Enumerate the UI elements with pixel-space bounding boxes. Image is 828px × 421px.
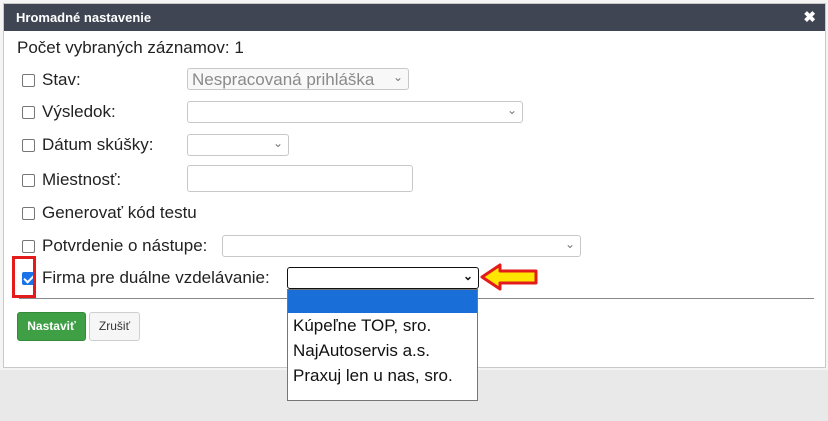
chevron-down-icon: ⌄ (564, 237, 575, 251)
room-checkbox[interactable] (22, 174, 35, 187)
dropdown-option[interactable]: Praxuj len u nas, sro. (288, 363, 477, 388)
highlight-box (12, 256, 36, 298)
result-select[interactable]: ⌄ (187, 101, 523, 123)
status-label: Stav: (42, 70, 81, 89)
chevron-down-icon: ⌄ (506, 103, 517, 117)
dual-education-firm-select[interactable]: ⌄ (287, 267, 479, 289)
dropdown-option[interactable]: NajAutoservis a.s. (288, 338, 477, 363)
start-confirmation-checkbox[interactable] (22, 240, 35, 253)
chevron-down-icon: ⌄ (392, 70, 403, 84)
submit-button[interactable]: Nastaviť (17, 312, 86, 341)
dual-education-firm-label: Firma pre duálne vzdelávanie: (42, 268, 270, 287)
room-label: Miestnosť: (42, 170, 122, 189)
chevron-down-icon: ⌄ (462, 269, 473, 283)
exam-date-checkbox[interactable] (22, 139, 35, 152)
start-confirmation-select[interactable]: ⌄ (222, 235, 581, 257)
start-confirmation-label: Potvrdenie o nástupe: (42, 236, 208, 255)
status-select-value: Nespracovaná prihláška (192, 70, 375, 89)
room-input[interactable] (187, 165, 413, 192)
result-checkbox[interactable] (22, 106, 35, 119)
dropdown-option[interactable] (288, 290, 477, 313)
dialog-titlebar: Hromadné nastavenie ✖ (4, 4, 825, 31)
result-label: Výsledok: (42, 102, 116, 121)
selected-count-text: Počet vybraných záznamov: 1 (17, 38, 244, 57)
chevron-down-icon: ⌄ (272, 136, 283, 150)
dialog-title: Hromadné nastavenie (16, 10, 152, 25)
cancel-button[interactable]: Zrušiť (89, 312, 140, 341)
generate-test-code-checkbox[interactable] (22, 207, 35, 220)
dropdown-option[interactable]: Kúpeľne TOP, sro. (288, 313, 477, 338)
exam-date-select[interactable]: ⌄ (187, 134, 289, 156)
status-select[interactable]: Nespracovaná prihláška ⌄ (187, 68, 409, 90)
arrow-left-icon (480, 263, 538, 291)
exam-date-label: Dátum skúšky: (42, 135, 154, 154)
firm-dropdown-list[interactable]: Kúpeľne TOP, sro. NajAutoservis a.s. Pra… (287, 289, 478, 401)
generate-test-code-label: Generovať kód testu (42, 203, 197, 222)
close-icon[interactable]: ✖ (803, 8, 816, 26)
status-checkbox[interactable] (22, 74, 35, 87)
